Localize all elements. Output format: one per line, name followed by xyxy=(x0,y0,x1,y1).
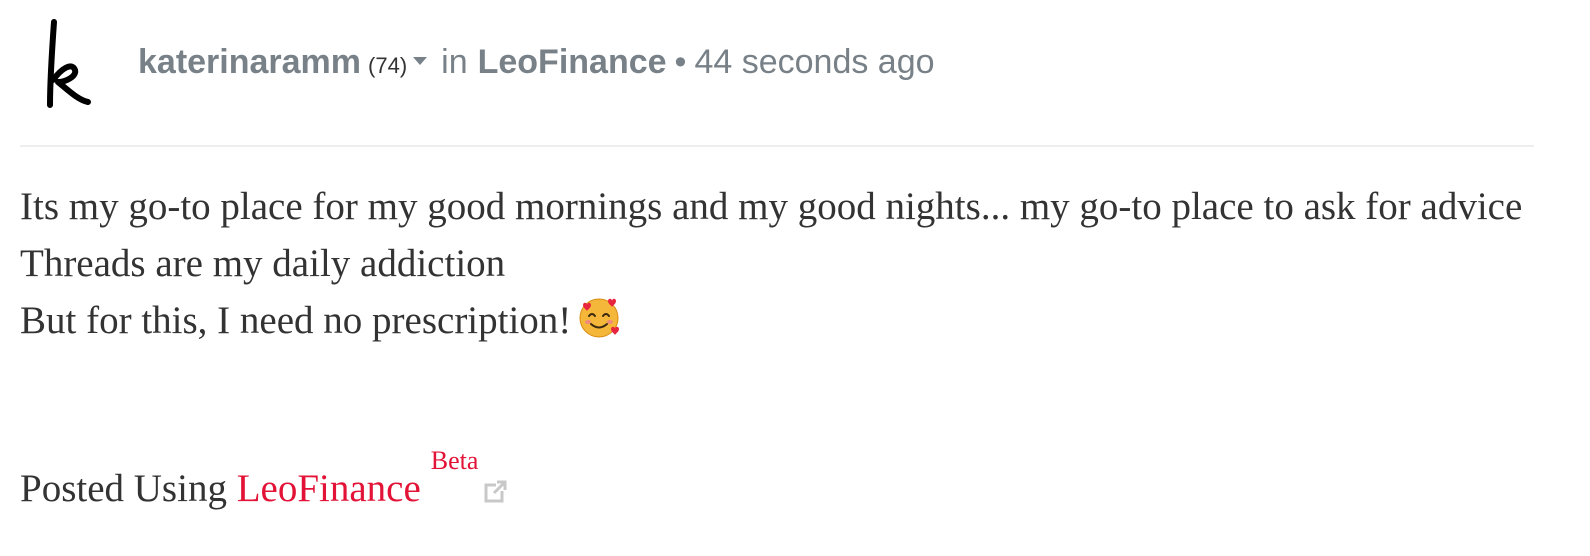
beta-badge: Beta xyxy=(430,446,479,475)
body-line-3: But for this, I need no prescription! xyxy=(20,292,1540,349)
post-footer: Posted Using LeoFinance Beta xyxy=(20,446,508,517)
separator-dot: • xyxy=(674,43,687,81)
body-line-2: Threads are my daily addiction xyxy=(20,242,506,285)
post-timestamp[interactable]: 44 seconds ago xyxy=(694,43,934,82)
smiling-face-with-hearts-icon xyxy=(579,298,620,338)
author-name-link[interactable]: katerinaramm xyxy=(138,43,361,82)
author-reputation: (74) xyxy=(368,53,408,78)
posted-using-label: Posted Using xyxy=(20,467,227,510)
post-card: katerinaramm (74) in LeoFinance • 44 sec… xyxy=(0,0,1590,556)
body-line-1: Its my go-to place for my good mornings … xyxy=(20,185,1523,228)
post-byline: katerinaramm (74) in LeoFinance • 44 sec… xyxy=(138,43,935,93)
in-label: in xyxy=(441,43,468,81)
body-line-3-text: But for this, I need no prescription! xyxy=(20,299,572,342)
caret-down-icon[interactable] xyxy=(413,57,428,65)
post-header: katerinaramm (74) in LeoFinance • 44 sec… xyxy=(0,0,1590,146)
post-body: Its my go-to place for my good mornings … xyxy=(20,178,1540,349)
external-link-icon[interactable] xyxy=(484,479,508,503)
handwritten-k-avatar-icon[interactable] xyxy=(20,10,120,120)
leofinance-footer-link[interactable]: LeoFinance xyxy=(237,467,421,510)
community-link[interactable]: LeoFinance xyxy=(478,43,667,82)
header-divider xyxy=(20,145,1534,147)
